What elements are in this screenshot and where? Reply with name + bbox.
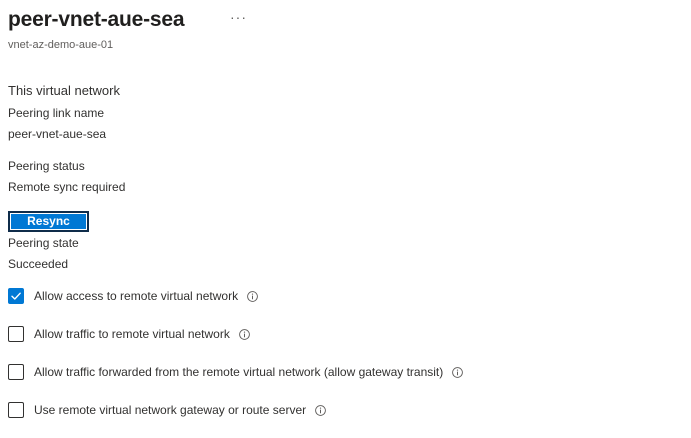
more-icon: ··· <box>230 9 247 25</box>
checkbox-label: Allow traffic forwarded from the remote … <box>34 364 444 379</box>
info-icon[interactable] <box>315 404 326 416</box>
peering-state-value: Succeeded <box>8 257 69 271</box>
allow-traffic-remote-vnet-checkbox[interactable]: Allow traffic to remote virtual network <box>8 325 250 343</box>
peering-status-value: Remote sync required <box>8 180 126 194</box>
info-icon[interactable] <box>239 328 250 340</box>
checkbox-label: Allow access to remote virtual network <box>34 288 239 303</box>
page-subtitle: vnet-az-demo-aue-01 <box>8 39 114 51</box>
page-title: peer-vnet-aue-sea <box>8 8 185 31</box>
use-remote-gateway-checkbox[interactable]: Use remote virtual network gateway or ro… <box>8 401 326 419</box>
checkbox-label: Use remote virtual network gateway or ro… <box>34 402 307 417</box>
checkbox-box[interactable] <box>8 402 24 418</box>
more-actions-button[interactable]: ··· <box>230 9 247 25</box>
peering-status-label: Peering status <box>8 159 85 173</box>
peering-state-label: Peering state <box>8 236 79 250</box>
checkmark-icon <box>11 292 21 300</box>
allow-forwarded-traffic-checkbox[interactable]: Allow traffic forwarded from the remote … <box>8 363 464 381</box>
peering-link-name-label: Peering link name <box>8 106 105 120</box>
resync-button[interactable]: Resync <box>8 211 89 232</box>
info-icon[interactable] <box>247 290 258 302</box>
info-icon[interactable] <box>452 366 464 378</box>
checkbox-label: Allow traffic to remote virtual network <box>34 326 230 341</box>
checkbox-box[interactable] <box>8 364 24 380</box>
checkbox-box[interactable] <box>8 288 24 304</box>
peering-link-name-value: peer-vnet-aue-sea <box>8 127 107 141</box>
allow-access-remote-vnet-checkbox[interactable]: Allow access to remote virtual network <box>8 287 258 305</box>
section-heading: This virtual network <box>8 83 120 98</box>
checkbox-box[interactable] <box>8 326 24 342</box>
